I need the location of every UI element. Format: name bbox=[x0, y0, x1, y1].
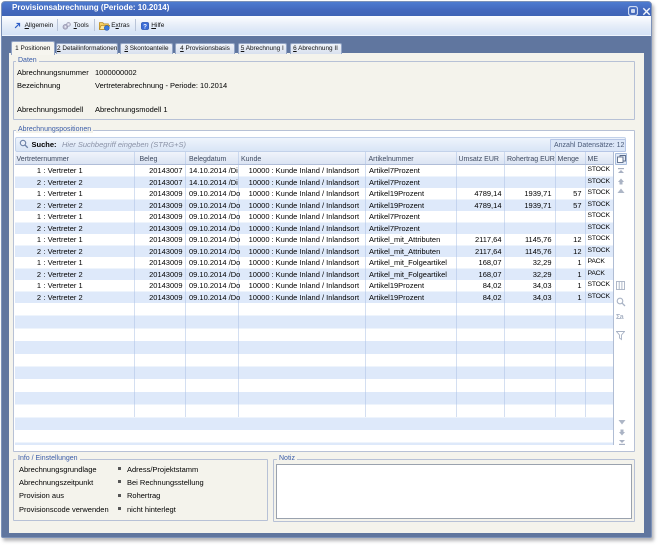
svg-text:?: ? bbox=[143, 23, 147, 30]
